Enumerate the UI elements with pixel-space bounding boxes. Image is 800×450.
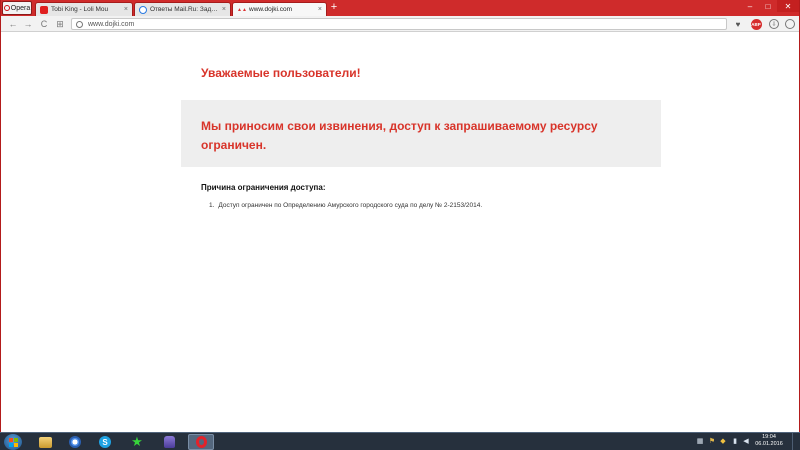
page-title: Уважаемые пользователи!: [201, 66, 361, 80]
youtube-icon: [40, 5, 48, 14]
taskbar-explorer[interactable]: [32, 434, 58, 450]
clock-time: 19:04: [762, 434, 776, 440]
notice-panel: Мы приносим свои извинения, доступ к зап…: [181, 100, 661, 167]
dojki-icon: ▲▲: [237, 6, 247, 13]
tab-label: www.dojki.com: [249, 6, 292, 13]
close-window-button[interactable]: ✕: [777, 0, 799, 12]
forward-button[interactable]: →: [22, 18, 34, 30]
star-icon: ★: [131, 434, 143, 449]
tab-close-icon[interactable]: ×: [222, 6, 226, 13]
taskbar: S ★ ▦ ⚑ ◆ ▮ ◀ 19:04 06.01.2016: [0, 432, 800, 450]
security-icon[interactable]: ◆: [718, 436, 728, 446]
opera-icon: [195, 436, 207, 448]
taskbar-opera[interactable]: [188, 434, 214, 450]
apology-message: Мы приносим свои извинения, доступ к зап…: [201, 119, 598, 152]
speed-dial-button[interactable]: ⊞: [54, 18, 66, 30]
taskbar-game[interactable]: [156, 434, 182, 450]
taskbar-chrome[interactable]: [62, 434, 88, 450]
flag-icon[interactable]: ⚑: [707, 436, 717, 446]
opera-menu-button[interactable]: Opera: [2, 1, 32, 15]
account-button[interactable]: [784, 18, 796, 30]
tab-label: Tobi King - Loli Mou: [51, 6, 109, 13]
taskbar-skype[interactable]: S: [92, 434, 118, 450]
download-icon: ⇩: [769, 19, 779, 29]
list-item-number: 1.: [209, 202, 215, 209]
tab-dojki[interactable]: ▲▲ www.dojki.com ×: [232, 2, 327, 16]
tab-label: Ответы Mail.Ru: Задать: [150, 6, 219, 13]
tab-youtube[interactable]: Tobi King - Loli Mou ×: [35, 2, 133, 16]
abp-icon: ABP: [750, 18, 762, 30]
tab-close-icon[interactable]: ×: [124, 6, 128, 13]
opera-logo-icon: [3, 5, 10, 11]
start-button[interactable]: [4, 434, 22, 450]
adblock-button[interactable]: ABP: [750, 18, 762, 30]
address-text: www.dojki.com: [88, 20, 135, 28]
list-item-text: Доступ ограничен по Определению Амурског…: [218, 202, 483, 209]
windows-logo-icon: [8, 437, 13, 442]
browser-window: Opera Tobi King - Loli Mou × Ответы Mail…: [0, 0, 800, 432]
taskbar-star-app[interactable]: ★: [124, 434, 150, 450]
bookmark-heart-icon[interactable]: ♥: [732, 18, 744, 30]
show-desktop-button[interactable]: [792, 433, 800, 450]
address-bar[interactable]: www.dojki.com: [71, 18, 727, 30]
skype-icon: S: [99, 436, 111, 448]
reason-heading: Причина ограничения доступа:: [201, 183, 326, 192]
minimize-button[interactable]: –: [741, 0, 759, 12]
reason-list: 1. Доступ ограничен по Определению Амурс…: [209, 202, 482, 209]
maximize-button[interactable]: □: [759, 0, 777, 12]
tab-mail-ru[interactable]: Ответы Mail.Ru: Задать ×: [134, 2, 231, 16]
back-button[interactable]: ←: [7, 18, 19, 30]
page-content: Уважаемые пользователи! Мы приносим свои…: [1, 33, 799, 432]
list-item: 1. Доступ ограничен по Определению Амурс…: [209, 202, 482, 209]
mail-ru-answers-icon: [139, 5, 147, 14]
network-icon[interactable]: ▦: [695, 436, 705, 446]
new-tab-button[interactable]: +: [328, 2, 340, 14]
game-icon: [163, 436, 175, 448]
volume-icon[interactable]: ◀: [741, 436, 751, 446]
reload-button[interactable]: C: [38, 18, 50, 30]
chrome-icon: [69, 436, 81, 448]
tab-close-icon[interactable]: ×: [318, 6, 322, 13]
opera-menu-label: Opera: [10, 4, 31, 12]
globe-icon: [76, 20, 83, 28]
clock-date: 06.01.2016: [755, 441, 783, 447]
browser-toolbar: ← → C ⊞ www.dojki.com ♥ ABP ⇩: [1, 16, 799, 32]
system-clock[interactable]: 19:04 06.01.2016: [752, 434, 786, 448]
explorer-icon: [38, 436, 52, 448]
signal-icon[interactable]: ▮: [730, 436, 740, 446]
account-icon: [785, 19, 795, 29]
tab-strip: Opera Tobi King - Loli Mou × Ответы Mail…: [1, 0, 799, 16]
download-button[interactable]: ⇩: [768, 18, 780, 30]
